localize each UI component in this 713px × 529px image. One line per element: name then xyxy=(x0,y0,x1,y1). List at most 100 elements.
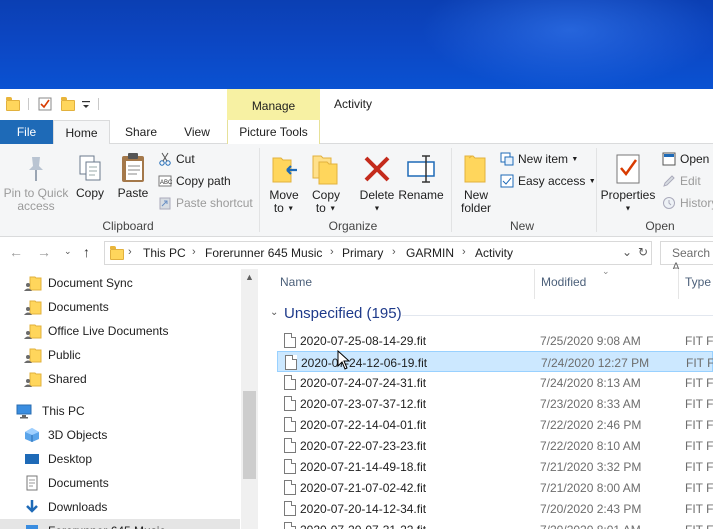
nav-item[interactable]: Downloads xyxy=(0,495,240,519)
new-folder-qa-icon[interactable] xyxy=(61,97,75,111)
nav-item-label: This PC xyxy=(42,404,85,418)
file-name: 2020-07-21-14-49-18.fit xyxy=(300,460,427,474)
properties-button[interactable]: Properties ▼ xyxy=(600,152,656,215)
file-type: FIT Fi xyxy=(685,397,713,411)
nav-item-label: Public xyxy=(48,348,81,362)
paste-label: Paste xyxy=(117,186,149,200)
column-header-name[interactable]: Name xyxy=(280,275,312,289)
breadcrumb-chevron-icon[interactable]: › xyxy=(392,246,396,258)
new-item-label: New item xyxy=(518,152,569,166)
tab-file[interactable]: File xyxy=(0,120,53,144)
nav-item[interactable]: Document Sync xyxy=(0,271,240,295)
history-button[interactable]: History xyxy=(662,195,713,211)
tab-home[interactable]: Home xyxy=(53,120,110,145)
file-row[interactable]: 2020-07-20-07-31-22.fit 7/20/2020 8:01 AM… xyxy=(277,519,713,529)
paste-shortcut-button[interactable]: Paste shortcut xyxy=(158,195,253,211)
folder-icon xyxy=(110,246,124,260)
copy-to-label-2: to xyxy=(315,201,326,215)
easy-access-button[interactable]: Easy access ▼ xyxy=(500,173,596,189)
nav-item-label: 3D Objects xyxy=(48,428,108,442)
up-arrow-icon[interactable]: ↑ xyxy=(83,244,90,260)
tab-view[interactable]: View xyxy=(172,120,222,144)
breadcrumb-item[interactable]: Activity xyxy=(475,246,513,260)
file-modified: 7/20/2020 8:01 AM xyxy=(540,523,641,529)
breadcrumb-item[interactable]: Forerunner 645 Music xyxy=(205,246,322,260)
rename-button[interactable]: Rename xyxy=(398,152,444,202)
cut-button[interactable]: Cut xyxy=(158,151,195,167)
file-row[interactable]: 2020-07-22-14-04-01.fit 7/22/2020 2:46 PM… xyxy=(277,414,713,435)
group-divider xyxy=(402,315,713,316)
column-header-modified[interactable]: Modified xyxy=(541,275,586,289)
copy-path-button[interactable]: ABC Copy path xyxy=(158,173,231,189)
nav-item[interactable]: This PC xyxy=(0,399,240,423)
nav-item[interactable]: Public xyxy=(0,343,240,367)
breadcrumb-item[interactable]: This PC xyxy=(143,246,186,260)
file-name: 2020-07-25-08-14-29.fit xyxy=(300,334,427,348)
properties-check-icon[interactable] xyxy=(38,97,52,111)
ribbon-tabs: File Home Share View Picture Tools xyxy=(0,120,713,145)
scroll-up-arrow-icon[interactable]: ▲ xyxy=(245,272,254,282)
nav-scrollbar[interactable]: ▲ xyxy=(241,269,258,529)
delete-button[interactable]: Delete ▼ xyxy=(356,152,398,215)
nav-item[interactable]: Desktop xyxy=(0,447,240,471)
recent-locations-chevron-icon[interactable]: ⌄ xyxy=(64,246,72,257)
tab-picture-tools[interactable]: Picture Tools xyxy=(227,120,320,144)
nav-item[interactable]: Forerunner 645 Music xyxy=(0,519,240,529)
breadcrumb-chevron-icon[interactable]: › xyxy=(462,246,466,258)
new-folder-button[interactable]: New folder xyxy=(456,152,496,215)
move-to-button[interactable]: Move to ▼ xyxy=(264,152,304,215)
nav-item[interactable]: 3D Objects xyxy=(0,423,240,447)
pin-to-quick-access-button[interactable]: Pin to Quick access xyxy=(2,154,70,213)
group-header[interactable]: Unspecified (195) xyxy=(284,305,402,322)
breadcrumb-chevron-icon[interactable]: › xyxy=(192,246,196,258)
customize-qa-dropdown-icon[interactable] xyxy=(81,99,91,109)
chevron-down-icon: ▼ xyxy=(287,205,295,213)
file-row[interactable]: 2020-07-22-07-23-23.fit 7/22/2020 8:10 AM… xyxy=(277,435,713,456)
nav-item[interactable]: Shared xyxy=(0,367,240,391)
paste-shortcut-icon xyxy=(159,197,171,210)
group-collapse-chevron-icon[interactable]: ⌄ xyxy=(270,307,278,318)
copy-button[interactable]: Copy xyxy=(72,154,108,200)
address-box[interactable]: › This PC › Forerunner 645 Music › Prima… xyxy=(104,241,652,265)
edit-button[interactable]: Edit xyxy=(662,173,701,189)
nav-item[interactable]: Documents xyxy=(0,471,240,495)
window-title: Activity xyxy=(334,97,373,111)
open-button[interactable]: Open xyxy=(662,151,709,167)
breadcrumb-item[interactable]: Primary xyxy=(342,246,383,260)
computer-icon xyxy=(16,403,32,419)
open-group-label: Open xyxy=(645,219,675,233)
address-dropdown-chevron-icon[interactable]: ⌄ xyxy=(622,245,632,259)
file-row[interactable]: 2020-07-25-08-14-29.fit 7/25/2020 9:08 AM… xyxy=(277,330,713,351)
forward-arrow-icon[interactable]: → xyxy=(37,244,51,260)
chevron-down-icon: ▼ xyxy=(373,205,381,213)
file-modified: 7/25/2020 9:08 AM xyxy=(540,334,641,348)
file-row[interactable]: 2020-07-23-07-37-12.fit 7/23/2020 8:33 AM… xyxy=(277,393,713,414)
file-row[interactable]: 2020-07-21-07-02-42.fit 7/21/2020 8:00 AM… xyxy=(277,477,713,498)
refresh-icon[interactable]: ↻ xyxy=(638,245,648,259)
breadcrumb-chevron-icon[interactable]: › xyxy=(330,246,334,258)
tab-share[interactable]: Share xyxy=(112,120,170,144)
nav-item[interactable]: Documents xyxy=(0,295,240,319)
file-row[interactable]: 2020-07-20-14-12-34.fit 7/20/2020 2:43 PM… xyxy=(277,498,713,519)
file-icon xyxy=(285,355,297,370)
breadcrumb-item[interactable]: GARMIN xyxy=(406,246,454,260)
file-icon xyxy=(284,438,296,453)
title-bar: Manage Activity xyxy=(0,89,713,120)
paste-button[interactable]: Paste xyxy=(114,152,152,200)
easy-access-label: Easy access xyxy=(518,174,586,188)
new-item-button[interactable]: New item ▼ xyxy=(500,151,578,167)
search-input[interactable]: Search A xyxy=(660,241,713,274)
file-icon xyxy=(284,417,296,432)
back-arrow-icon[interactable]: ← xyxy=(9,244,23,260)
file-row[interactable]: 2020-07-21-14-49-18.fit 7/21/2020 3:32 PM… xyxy=(277,456,713,477)
column-header-type[interactable]: Type xyxy=(685,275,711,289)
nav-item[interactable]: Office Live Documents xyxy=(0,319,240,343)
file-type: FIT Fi xyxy=(685,523,713,529)
file-modified: 7/24/2020 12:27 PM xyxy=(541,356,650,370)
shared-folder-icon xyxy=(24,347,42,363)
copy-to-button[interactable]: Copy to ▼ xyxy=(306,152,346,215)
file-row[interactable]: 2020-07-24-07-24-31.fit 7/24/2020 8:13 AM… xyxy=(277,372,713,393)
breadcrumb-chevron-icon[interactable]: › xyxy=(128,246,132,258)
file-type: FIT Fi xyxy=(685,481,713,495)
nav-scroll-thumb[interactable] xyxy=(243,391,256,479)
